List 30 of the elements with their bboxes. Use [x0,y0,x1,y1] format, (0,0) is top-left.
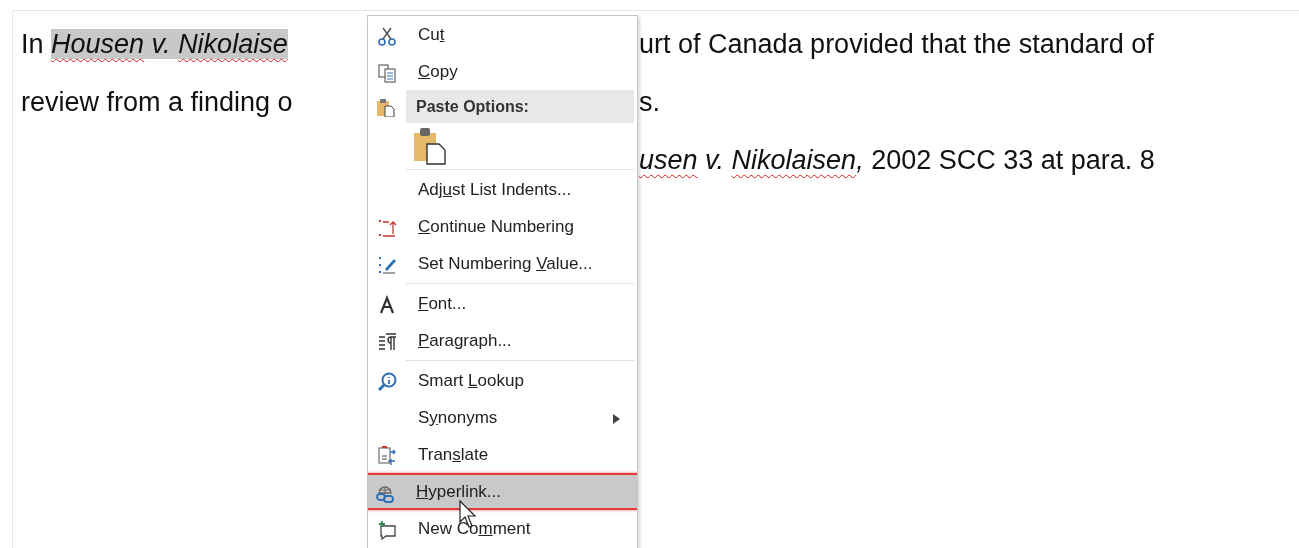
menu-item[interactable]: Cut [371,16,634,53]
document-text: In Housen v. Nikolaise [21,28,288,59]
menu-item[interactable]: Translate [371,436,634,473]
document-text: usen v. Nikolaisen, 2002 SCC 33 at para. 8 [639,144,1155,176]
search-icon [377,372,397,392]
menu-item[interactable]: Font... [371,285,634,322]
letter-a-icon [377,295,397,315]
menu-item[interactable]: Synonyms [371,399,634,436]
translate-icon [377,446,397,466]
numbering-pen-icon [377,255,397,275]
copy-icon [377,63,397,83]
numbering-icon [377,218,397,238]
globe-link-icon [375,483,395,503]
menu-item[interactable]: New Comment [371,510,634,547]
menu-item[interactable]: Continue Numbering [371,208,634,245]
menu-item[interactable]: Smart Lookup [371,362,634,399]
menu-item[interactable]: Adjust List Indents... [371,171,634,208]
menu-item[interactable]: Copy [371,53,634,90]
menu-item[interactable]: Hyperlink... [368,473,637,510]
clipboard-icon [375,97,395,117]
document-text: s. [639,86,660,118]
comment-icon [377,520,397,540]
scissors-icon [377,26,397,46]
menu-item[interactable]: Paragraph... [371,322,634,359]
document-text: urt of Canada provided that the standard of [639,28,1154,60]
paste-clipboard-icon[interactable] [413,126,447,165]
paragraph-icon [377,332,397,352]
menu-item[interactable]: Set Numbering Value... [371,245,634,282]
menu-section-header: Paste Options: [406,90,634,123]
document-text: review from a finding o [21,86,293,117]
